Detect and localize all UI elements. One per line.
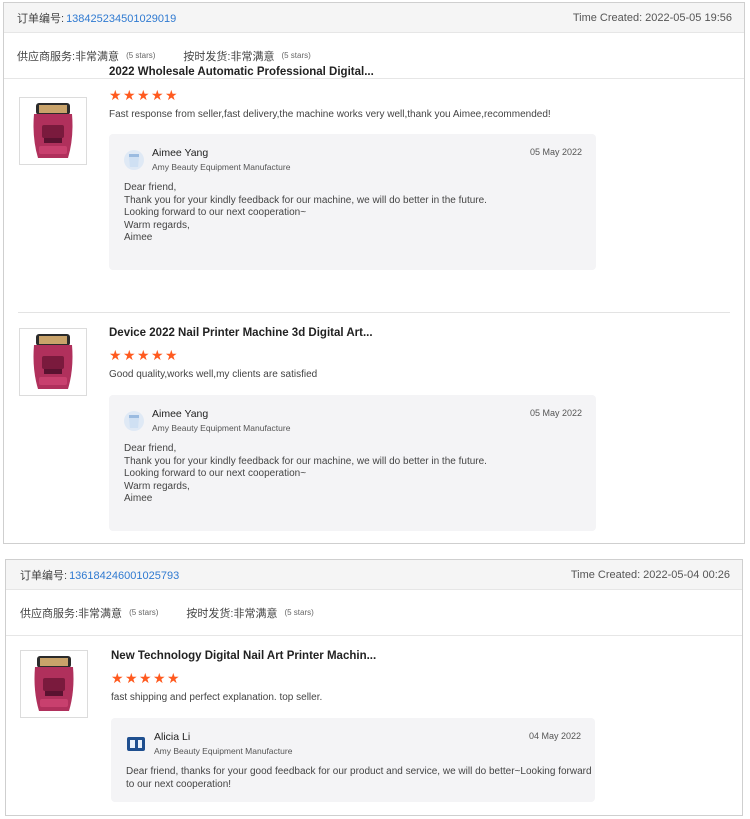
reply-company: Amy Beauty Equipment Manufacture — [152, 162, 291, 172]
reply-body: Dear friend, Thank you for your kindly f… — [124, 182, 487, 245]
avatar-icon — [124, 411, 144, 431]
seller-reply: Alicia Li Amy Beauty Equipment Manufactu… — [111, 718, 595, 802]
time-created-label: Time Created: — [570, 568, 641, 581]
reply-line: Looking forward to our next cooperation~ — [124, 207, 307, 219]
product-thumbnail[interactable] — [19, 97, 87, 165]
time-created: Time Created: 2022-05-04 00:26 — [571, 569, 730, 581]
star-icon: ★ — [151, 87, 164, 103]
reply-author: Aimee Yang — [152, 408, 209, 420]
reply-line: Looking forward to our next cooperation~ — [124, 468, 307, 480]
reply-line: Aimee — [124, 232, 153, 244]
product-thumbnail[interactable] — [19, 328, 87, 396]
star-icon: ★ — [109, 347, 122, 363]
star-icon: ★ — [123, 347, 136, 363]
order-header: 订单编号: 138425234501029019 Time Created: 202… — [4, 3, 744, 33]
nail-printer-icon — [33, 103, 73, 158]
service-label: 供应商服务: — [20, 607, 79, 620]
product-title[interactable]: Device 2022 Nail Printer Machine 3d Digi… — [109, 327, 373, 339]
star-icon: ★ — [111, 670, 124, 686]
reply-company: Amy Beauty Equipment Manufacture — [152, 423, 291, 433]
reply-body: Dear friend, Thank you for your kindly f… — [124, 443, 487, 506]
service-label: 按时发货: — [186, 607, 234, 620]
reply-author: Alicia Li — [154, 731, 191, 743]
reply-date: 05 May 2022 — [529, 147, 582, 157]
star-icon: ★ — [139, 670, 152, 686]
service-value: 非常满意 — [78, 607, 123, 620]
on-time-delivery-rating: 按时发货: 非常满意 (5 stars) — [183, 48, 310, 64]
star-icon: ★ — [109, 87, 122, 103]
service-value: 非常满意 — [230, 50, 275, 63]
product-thumbnail[interactable] — [20, 650, 88, 718]
nail-printer-icon — [34, 656, 74, 711]
time-created: Time Created: 2022-05-05 19:56 — [573, 12, 732, 24]
service-value: 非常满意 — [75, 50, 120, 63]
reply-date: 04 May 2022 — [528, 731, 581, 741]
star-icon: ★ — [125, 670, 138, 686]
reply-line: Thank you for your kindly feedback for o… — [124, 194, 487, 206]
reply-line: to our next cooperation! — [126, 778, 232, 790]
order-number-group: 订单编号: 138425234501029019 — [17, 10, 176, 26]
product-title[interactable]: 2022 Wholesale Automatic Professional Di… — [109, 66, 374, 78]
rating-stars: ★ ★ ★ ★ ★ — [109, 87, 178, 103]
service-stars-note: (5 stars) — [281, 51, 311, 60]
seller-reply: Aimee Yang Amy Beauty Equipment Manufact… — [109, 395, 596, 531]
reply-line: Dear friend, thanks for your good feedba… — [126, 766, 592, 777]
rating-stars: ★ ★ ★ ★ ★ — [109, 347, 178, 363]
product-title[interactable]: New Technology Digital Nail Art Printer … — [111, 650, 376, 662]
order-header: 订单编号: 136184246001025793 Time Created: 202… — [6, 560, 742, 590]
star-icon: ★ — [137, 87, 150, 103]
order-number-label: 订单编号: — [20, 569, 68, 582]
service-label: 按时发货: — [183, 50, 231, 63]
avatar-icon — [124, 150, 144, 170]
supplier-service-rating: 供应商服务: 非常满意 (5 stars) — [20, 605, 158, 621]
star-icon: ★ — [153, 670, 166, 686]
service-stars-note: (5 stars) — [129, 608, 159, 617]
reply-company: Amy Beauty Equipment Manufacture — [154, 746, 293, 756]
supplier-service-rating: 供应商服务: 非常满意 (5 stars) — [17, 48, 155, 64]
nail-printer-icon — [33, 334, 73, 389]
item-divider — [18, 312, 730, 313]
star-icon: ★ — [165, 87, 178, 103]
reply-line: Warm regards, — [124, 219, 190, 231]
reply-body: Dear friend, thanks for your good feedba… — [126, 766, 592, 791]
order-number-link[interactable]: 138425234501029019 — [66, 13, 176, 25]
service-ratings: 供应商服务: 非常满意 (5 stars) 按时发货: 非常满意 (5 stars) — [6, 590, 742, 636]
rating-stars: ★ ★ ★ ★ ★ — [111, 670, 180, 686]
reply-line: Thank you for your kindly feedback for o… — [124, 455, 487, 467]
star-icon: ★ — [165, 347, 178, 363]
star-icon: ★ — [151, 347, 164, 363]
reply-author: Aimee Yang — [152, 147, 209, 159]
reply-line: Dear friend, — [124, 443, 177, 454]
service-label: 供应商服务: — [17, 50, 76, 63]
time-created-label: Time Created: — [572, 11, 643, 24]
reply-line: Dear friend, — [124, 182, 177, 193]
order-number-label: 订单编号: — [17, 12, 65, 25]
reply-line: Aimee — [124, 493, 153, 505]
reply-date: 05 May 2022 — [529, 408, 582, 418]
order-card: 订单编号: 138425234501029019 Time Created: 202… — [3, 2, 745, 544]
service-value: 非常满意 — [233, 607, 278, 620]
service-stars-note: (5 stars) — [126, 51, 156, 60]
review-comment: fast shipping and perfect explanation. t… — [111, 692, 323, 703]
reply-line: Warm regards, — [124, 480, 190, 492]
time-created-value: 2022-05-04 00:26 — [643, 568, 730, 581]
time-created-value: 2022-05-05 19:56 — [645, 11, 732, 24]
review-comment: Fast response from seller,fast delivery,… — [109, 109, 551, 120]
order-number-group: 订单编号: 136184246001025793 — [20, 567, 179, 583]
seller-reply: Aimee Yang Amy Beauty Equipment Manufact… — [109, 134, 596, 270]
review-comment: Good quality,works well,my clients are s… — [109, 369, 318, 380]
star-icon: ★ — [167, 670, 180, 686]
order-card: 订单编号: 136184246001025793 Time Created: 202… — [5, 559, 743, 816]
star-icon: ★ — [123, 87, 136, 103]
on-time-delivery-rating: 按时发货: 非常满意 (5 stars) — [186, 605, 313, 621]
service-stars-note: (5 stars) — [284, 608, 314, 617]
order-number-link[interactable]: 136184246001025793 — [69, 570, 179, 582]
star-icon: ★ — [137, 347, 150, 363]
avatar-icon — [127, 737, 145, 751]
